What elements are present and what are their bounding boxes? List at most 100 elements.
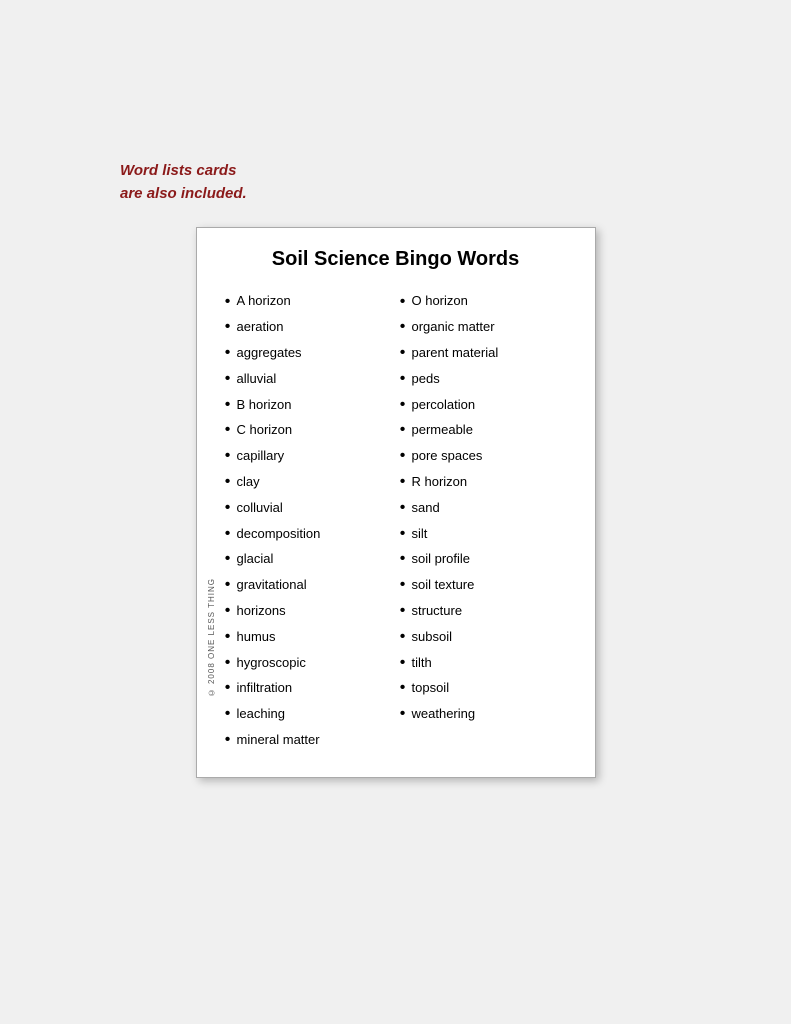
list-item: •horizons [221,599,396,625]
bullet-icon: • [221,524,235,545]
bullet-icon: • [221,343,235,364]
bullet-icon: • [396,395,410,416]
word-text: tilth [412,655,432,672]
bullet-icon: • [221,498,235,519]
list-item: •parent material [396,341,571,367]
list-item: •alluvial [221,366,396,392]
bullet-icon: • [221,446,235,467]
bullet-icon: • [221,627,235,648]
bullet-icon: • [221,601,235,622]
list-item: •pore spaces [396,444,571,470]
word-text: topsoil [412,680,450,697]
word-text: silt [412,526,428,543]
promo-text: Word lists cards are also included. [120,160,247,205]
word-text: weathering [412,706,476,723]
right-column: •O horizon•organic matter•parent materia… [396,289,571,753]
bullet-icon: • [221,369,235,390]
bullet-icon: • [221,575,235,596]
promo-line2: are also included. [120,185,247,202]
list-item: •structure [396,599,571,625]
bullet-icon: • [221,292,235,313]
list-item: •clay [221,470,396,496]
word-text: mineral matter [237,732,320,749]
list-item: •soil profile [396,547,571,573]
word-text: pore spaces [412,448,483,465]
bullet-icon: • [221,317,235,338]
word-text: subsoil [412,629,452,646]
list-item: •glacial [221,547,396,573]
bullet-icon: • [221,653,235,674]
bullet-icon: • [221,472,235,493]
word-text: horizons [237,603,286,620]
list-item: •B horizon [221,392,396,418]
list-item: •O horizon [396,289,571,315]
bullet-icon: • [396,472,410,493]
bullet-icon: • [396,524,410,545]
word-text: percolation [412,397,476,414]
word-text: structure [412,603,463,620]
word-text: aeration [237,319,284,336]
list-item: •decomposition [221,521,396,547]
list-item: •organic matter [396,315,571,341]
list-item: •infiltration [221,676,396,702]
promo-line1: Word lists cards [120,162,236,179]
bullet-icon: • [396,653,410,674]
list-item: •permeable [396,418,571,444]
word-text: alluvial [237,371,277,388]
list-item: •tilth [396,650,571,676]
word-text: soil profile [412,551,471,568]
bullet-icon: • [396,420,410,441]
word-text: hygroscopic [237,655,306,672]
left-column: •A horizon•aeration•aggregates•alluvial•… [221,289,396,753]
page-container: Word lists cards are also included. Soil… [0,0,791,1024]
list-item: •capillary [221,444,396,470]
word-text: A horizon [237,293,291,310]
bullet-icon: • [396,704,410,725]
list-item: •peds [396,366,571,392]
word-text: aggregates [237,345,302,362]
word-columns: •A horizon•aeration•aggregates•alluvial•… [221,289,571,753]
bullet-icon: • [221,730,235,751]
word-text: capillary [237,448,285,465]
bullet-icon: • [396,446,410,467]
word-text: R horizon [412,474,468,491]
list-item: •soil texture [396,573,571,599]
word-text: clay [237,474,260,491]
word-text: C horizon [237,422,293,439]
word-text: humus [237,629,276,646]
bullet-icon: • [396,678,410,699]
bullet-icon: • [396,498,410,519]
list-item: •mineral matter [221,728,396,754]
list-item: •percolation [396,392,571,418]
word-text: colluvial [237,500,283,517]
list-item: •subsoil [396,624,571,650]
bullet-icon: • [221,678,235,699]
bullet-icon: • [221,395,235,416]
list-item: •humus [221,624,396,650]
word-text: peds [412,371,440,388]
list-item: •weathering [396,702,571,728]
list-item: •sand [396,495,571,521]
word-text: gravitational [237,577,307,594]
word-text: B horizon [237,397,292,414]
list-item: •gravitational [221,573,396,599]
word-text: leaching [237,706,285,723]
copyright-text: © 2008 One Less Thing [207,578,216,697]
word-list-card: Soil Science Bingo Words •A horizon•aera… [196,227,596,778]
word-text: organic matter [412,319,495,336]
bullet-icon: • [396,549,410,570]
bullet-icon: • [396,575,410,596]
card-title: Soil Science Bingo Words [221,248,571,271]
word-text: sand [412,500,440,517]
bullet-icon: • [396,317,410,338]
bullet-icon: • [221,420,235,441]
list-item: •hygroscopic [221,650,396,676]
bullet-icon: • [221,549,235,570]
list-item: •leaching [221,702,396,728]
bullet-icon: • [221,704,235,725]
bullet-icon: • [396,601,410,622]
word-text: O horizon [412,293,468,310]
word-text: permeable [412,422,473,439]
list-item: •aggregates [221,341,396,367]
bullet-icon: • [396,369,410,390]
